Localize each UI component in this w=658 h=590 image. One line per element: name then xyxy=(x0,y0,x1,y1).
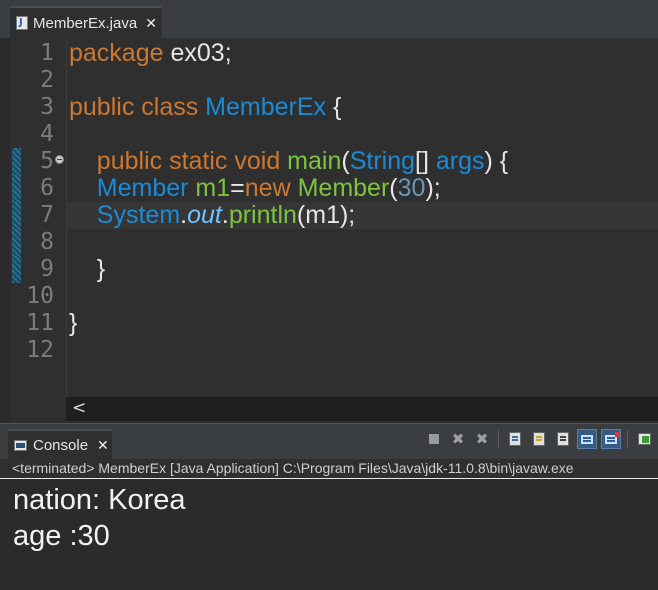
scroll-lock-icon xyxy=(533,432,545,446)
close-icon[interactable]: ✕ xyxy=(145,15,157,32)
word-wrap-icon xyxy=(557,432,569,446)
line-number: 11 xyxy=(26,310,54,336)
paren-semicolon: ); xyxy=(425,174,441,202)
code-line-6: Member m1=new Member(30); xyxy=(67,175,658,202)
line-number: 12 xyxy=(26,337,54,363)
scroll-lock-button[interactable] xyxy=(529,429,549,449)
line-number: 5 xyxy=(40,148,54,174)
line-number: 7 xyxy=(40,202,54,228)
clear-console-icon xyxy=(509,432,521,446)
paren: ( xyxy=(341,147,350,175)
toolbar-separator xyxy=(498,430,499,448)
variable-m1: m1 xyxy=(188,174,231,202)
type-string: String xyxy=(349,147,416,175)
remove-launch-button[interactable]: ✖ xyxy=(448,429,468,449)
line-number-gutter: 1 2 3 4 5 6 7 8 9 10 11 12 xyxy=(10,38,66,397)
horizontal-scrollbar[interactable]: < xyxy=(66,397,658,421)
line-number: 2 xyxy=(40,67,54,93)
package-name: ex03; xyxy=(163,39,232,67)
show-console-stdout-icon xyxy=(580,433,594,445)
open-brace: { xyxy=(326,93,342,121)
remove-all-icon: ✖ xyxy=(475,430,489,448)
pin-console-icon xyxy=(637,433,651,445)
toolbar-separator xyxy=(627,430,628,448)
line-number: 3 xyxy=(40,94,54,120)
close-brace: } xyxy=(69,309,78,337)
clear-console-button[interactable] xyxy=(505,429,525,449)
code-line-11: } xyxy=(67,310,658,337)
code-line-5: public static void main(String[] args) { xyxy=(67,148,658,175)
type-member: Member xyxy=(96,174,189,202)
dot: . xyxy=(221,201,229,229)
line-number: 9 xyxy=(40,256,54,282)
static-field-out: out xyxy=(187,201,222,229)
console-toolbar: ✖ ✖ xyxy=(424,429,654,449)
code-line-7-current: System.out.println(m1); xyxy=(67,202,658,229)
tab-label: Console xyxy=(33,437,89,454)
tab-console[interactable]: Console ✕ xyxy=(8,429,112,460)
show-console-stderr-icon xyxy=(604,431,620,445)
constructor-member: Member xyxy=(290,174,390,202)
output-line: age :30 xyxy=(13,520,110,552)
assign-op: = xyxy=(230,174,245,202)
code-editor[interactable]: 1 2 3 4 5 6 7 8 9 10 11 12 package ex03;… xyxy=(10,38,658,423)
console-process-status: <terminated> MemberEx [Java Application]… xyxy=(0,459,658,479)
type-system: System xyxy=(96,201,181,229)
line-number: 6 xyxy=(40,175,54,201)
output-line: nation: Korea xyxy=(13,484,186,516)
fold-collapse-icon[interactable] xyxy=(55,155,64,164)
java-file-icon xyxy=(16,16,28,30)
pin-console-button[interactable] xyxy=(634,429,654,449)
remove-icon: ✖ xyxy=(451,430,465,448)
close-brace: } xyxy=(69,255,106,283)
stop-icon xyxy=(429,434,439,444)
code-line-3: public class MemberEx { xyxy=(67,94,658,121)
paren-brace: ) { xyxy=(484,147,509,175)
show-on-stderr-button[interactable] xyxy=(601,429,621,449)
console-output[interactable]: nation: Korea age :30 xyxy=(0,480,658,590)
number-literal: 30 xyxy=(397,174,426,202)
scroll-left-icon[interactable]: < xyxy=(72,398,86,418)
line-number: 8 xyxy=(40,229,54,255)
method-println: println xyxy=(228,201,297,229)
tab-label: MemberEx.java xyxy=(33,14,138,32)
paren: ( xyxy=(389,174,398,202)
param-args: args xyxy=(435,147,485,175)
keyword-new: new xyxy=(244,174,291,202)
line-number: 1 xyxy=(40,40,54,66)
code-line-9: } xyxy=(67,256,658,283)
keyword-public-class: public class xyxy=(69,93,199,121)
terminate-button[interactable] xyxy=(424,429,444,449)
word-wrap-button[interactable] xyxy=(553,429,573,449)
call-args: (m1); xyxy=(296,201,356,229)
console-icon xyxy=(14,440,27,451)
line-number: 10 xyxy=(26,283,54,309)
method-main: main xyxy=(280,147,342,175)
line-number: 4 xyxy=(40,121,54,147)
show-on-stdout-button[interactable] xyxy=(577,429,597,449)
class-name: MemberEx xyxy=(198,93,327,121)
tab-memberex-java[interactable]: MemberEx.java ✕ xyxy=(10,6,162,38)
keyword-public-static-void: public static void xyxy=(96,147,281,175)
code-text-area[interactable]: package ex03; public class MemberEx { pu… xyxy=(66,38,658,397)
code-line-1: package ex03; xyxy=(67,40,658,67)
remove-all-terminated-button[interactable]: ✖ xyxy=(472,429,492,449)
keyword-package: package xyxy=(69,39,164,67)
close-icon[interactable]: ✕ xyxy=(97,437,109,454)
editor-tab-bar: MemberEx.java ✕ xyxy=(0,0,658,38)
array-brackets: [] xyxy=(415,147,436,175)
